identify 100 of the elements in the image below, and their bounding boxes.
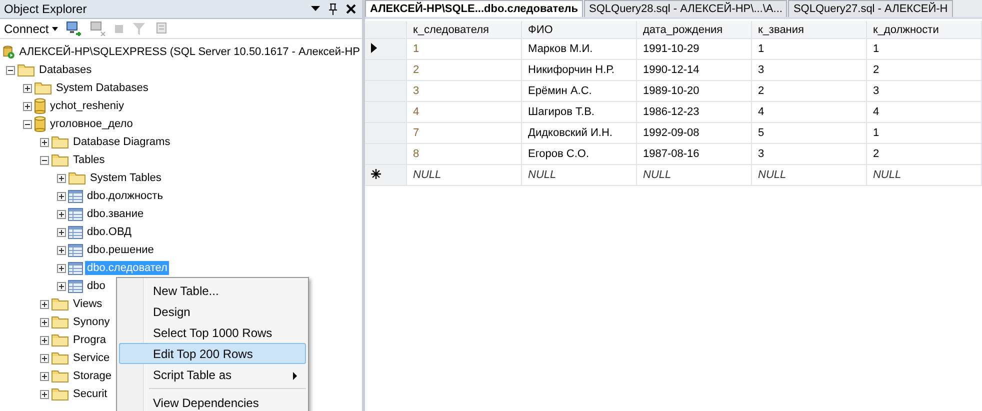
grid-cell[interactable]: 1 [866,38,982,60]
grid-cell[interactable]: 3 [752,60,866,80]
collapse-icon[interactable] [40,156,49,164]
grid-cell[interactable]: NULL [752,164,866,186]
menu-item[interactable]: Select Top 1000 Rows [119,322,306,343]
menu-item[interactable]: Design [119,301,306,322]
connect-icon[interactable] [66,21,82,36]
grid-cell[interactable]: Ерёмин А.С. [522,80,637,102]
tree-item[interactable]: dbo.должность [85,189,165,203]
tree-item[interactable]: Database Diagrams [71,135,172,149]
document-tab[interactable]: SQLQuery27.sql - АЛЕКСЕЙ-Н [788,0,953,17]
menu-item[interactable]: New Table... [119,280,306,301]
menu-item[interactable]: Script Table as [119,364,306,385]
grid-cell[interactable]: NULL [406,164,522,186]
expand-icon[interactable] [57,228,66,236]
grid-cell[interactable]: 1 [752,38,866,60]
tree-item[interactable]: Service [71,351,112,365]
database-icon [34,116,46,132]
tree-item[interactable]: System Tables [88,171,164,185]
grid-cell[interactable]: NULL [866,164,982,186]
grid-cell[interactable]: Никифорчин Н.Р. [522,60,637,80]
expand-icon[interactable] [40,300,49,308]
document-tab[interactable]: АЛЕКСЕЙ-HP\SQLE...dbo.следователь [365,0,583,17]
column-header[interactable]: дата_рождения [636,21,752,38]
folder-icon [17,63,35,77]
pin-icon[interactable] [328,3,338,15]
collapse-icon[interactable] [23,120,32,128]
grid-cell[interactable]: NULL [522,164,637,186]
table-icon [68,190,83,202]
folder-icon [51,135,69,149]
dropdown-icon[interactable] [311,6,320,12]
column-header[interactable]: к_звания [752,21,866,38]
expand-icon[interactable] [57,174,66,182]
connect-button[interactable]: Connect [4,22,58,36]
close-icon[interactable] [346,4,356,14]
grid-cell[interactable]: 2 [866,60,982,80]
tree-item[interactable]: dbo.ОВД [85,225,134,239]
grid-cell[interactable]: 8 [406,144,522,164]
expand-icon[interactable] [40,354,49,362]
grid-cell[interactable]: 2 [866,144,982,164]
grid-cell[interactable]: 4 [406,102,522,122]
grid-cell[interactable]: Дидковский И.Н. [522,122,637,144]
expand-icon[interactable] [40,390,49,398]
tree-item[interactable]: dbo [85,279,108,293]
grid-cell[interactable]: 1991-10-29 [636,38,752,60]
document-tab[interactable]: SQLQuery28.sql - АЛЕКСЕЙ-HP\...\А... [584,0,788,17]
tree-item[interactable]: dbo.решение [85,243,156,257]
grid-cell[interactable]: 1989-10-20 [636,80,752,102]
expand-icon[interactable] [40,336,49,344]
folder-icon [51,333,69,347]
grid-cell[interactable]: 2 [752,80,866,102]
tree-item[interactable]: Storage [71,369,114,383]
grid-cell[interactable]: 3 [406,80,522,102]
grid-cell[interactable]: 1986-12-23 [636,102,752,122]
grid-cell[interactable]: 3 [752,144,866,164]
menu-item[interactable]: View Dependencies [119,392,306,411]
grid-cell[interactable]: 5 [752,122,866,144]
tree-item[interactable]: dbo.звание [85,207,146,221]
expand-icon[interactable] [40,318,49,326]
expand-icon[interactable] [57,192,66,200]
tree-item[interactable]: Views [71,297,104,311]
tree-item[interactable]: АЛЕКСЕЙ-HP\SQLEXPRESS (SQL Server 10.50.1617 - Алексей-HP [17,45,362,59]
menu-item[interactable]: Edit Top 200 Rows [119,343,306,364]
folder-icon [51,369,69,383]
tree-item[interactable]: Tables [71,153,107,167]
expand-icon[interactable] [23,84,32,92]
grid-cell[interactable]: 1 [406,38,522,60]
tree-item[interactable]: уголовное_дело [48,117,135,131]
grid-cell[interactable]: Егоров С.О. [522,144,637,164]
column-header[interactable]: к_следователя [406,21,522,38]
grid-cell[interactable]: Шагиров Т.В. [522,102,637,122]
grid-cell[interactable]: 1987-08-16 [636,144,752,164]
grid-cell[interactable]: 7 [406,122,522,144]
grid-cell[interactable]: 1992-09-08 [636,122,752,144]
tree-item[interactable]: Securit [71,387,110,401]
grid-cell[interactable]: 4 [752,102,866,122]
column-header[interactable]: к_должности [866,21,982,38]
grid-cell[interactable]: 1990-12-14 [636,60,752,80]
folder-icon [34,81,52,95]
expand-icon[interactable] [23,102,32,110]
tree-item[interactable]: Databases [37,63,94,77]
tree-item[interactable]: Progra [71,333,108,347]
tree-item[interactable]: ychot_resheniy [48,99,126,113]
grid-cell[interactable]: 2 [406,60,522,80]
tree-item[interactable]: System Databases [54,81,150,95]
collapse-icon[interactable] [6,66,15,74]
grid-cell[interactable]: NULL [636,164,752,186]
tree-item[interactable]: Synony [71,315,112,329]
expand-icon[interactable] [40,138,49,146]
grid-cell[interactable]: 1 [866,122,982,144]
grid-cell[interactable]: 3 [866,80,982,102]
column-header[interactable]: ФИО [522,21,637,38]
database-icon [34,98,46,114]
expand-icon[interactable] [40,372,49,380]
expand-icon[interactable] [57,246,66,254]
expand-icon[interactable] [57,282,66,290]
grid-cell[interactable]: Марков М.И. [522,38,637,60]
expand-icon[interactable] [57,210,66,218]
grid-cell[interactable]: 4 [866,102,982,122]
expand-icon[interactable] [57,264,66,272]
